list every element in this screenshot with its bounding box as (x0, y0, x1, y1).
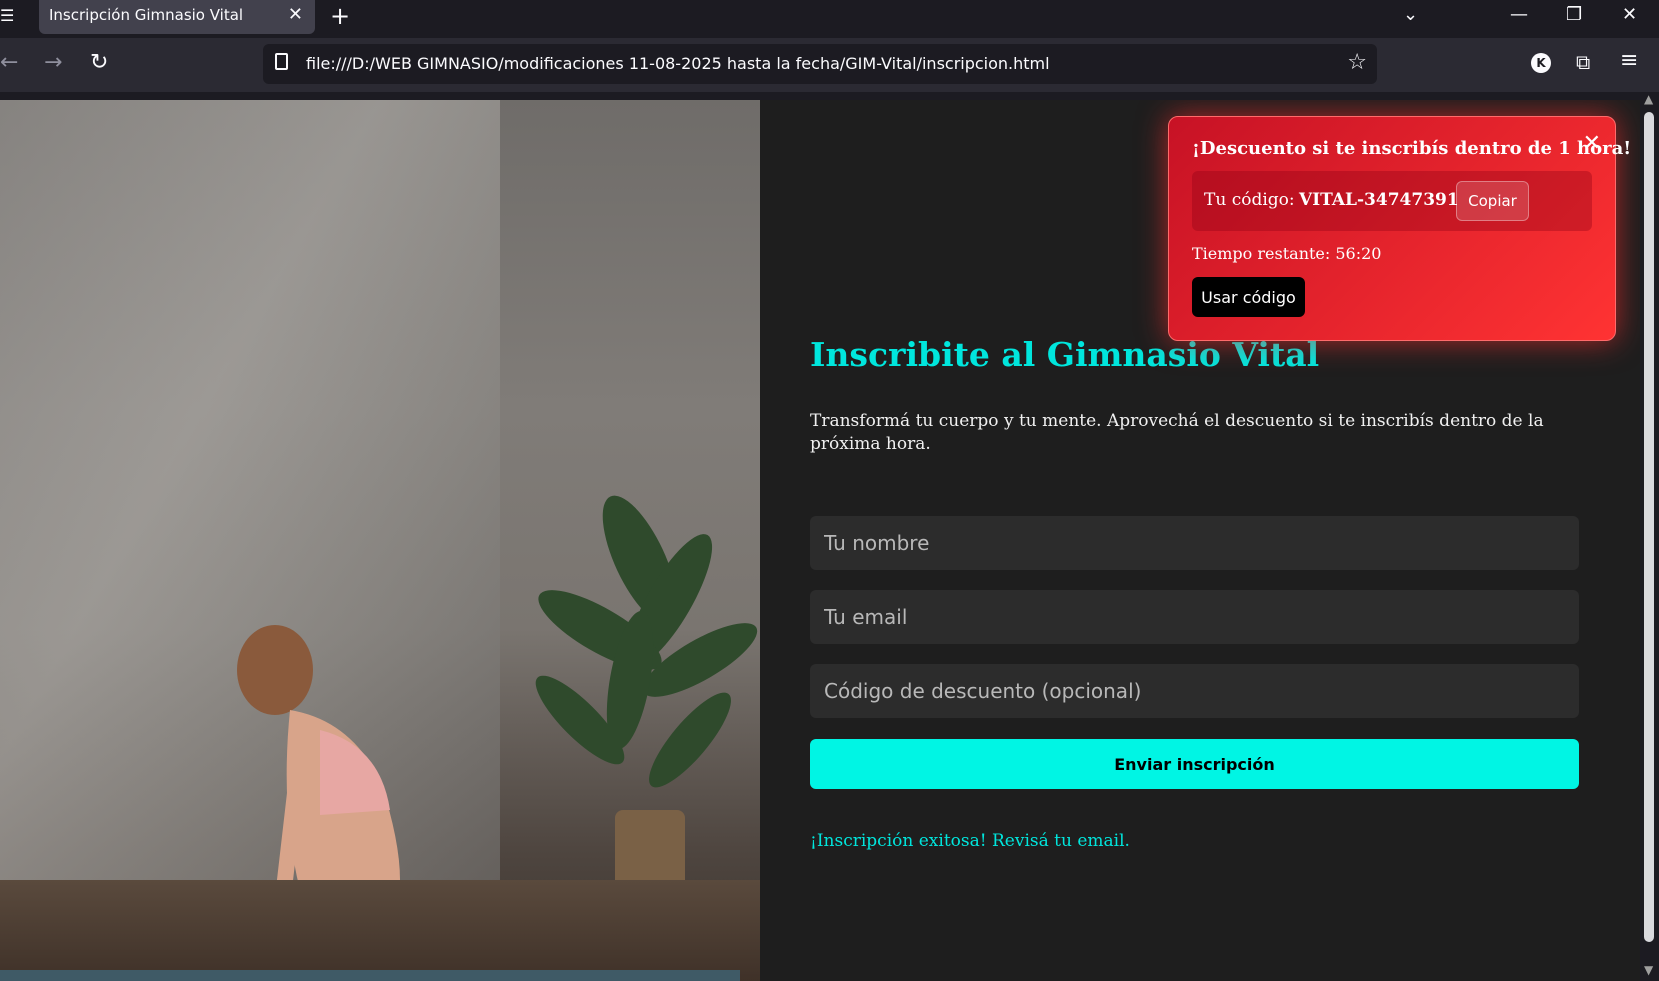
success-message: ¡Inscripción exitosa! Revisá tu email. (810, 831, 1130, 851)
extensions-icon[interactable]: ⧉ (1576, 50, 1590, 74)
new-tab-icon[interactable]: + (330, 2, 350, 30)
restore-icon[interactable]: ❐ (1566, 4, 1582, 25)
scroll-down-icon[interactable]: ▼ (1644, 963, 1653, 977)
page-document-icon (275, 53, 288, 70)
yoga-mat (0, 970, 740, 981)
use-code-button[interactable]: Usar código (1192, 277, 1305, 317)
email-input[interactable] (810, 590, 1579, 644)
code-label: Tu código: (1204, 190, 1295, 210)
hero-photo (0, 100, 760, 981)
timer-text: Tiempo restante: 56:20 (1192, 244, 1382, 263)
discount-popup: ¡Descuento si te inscribís dentro de 1 h… (1168, 116, 1631, 341)
popup-close-icon[interactable]: ✕ (1583, 131, 1601, 156)
page-scrollbar[interactable]: ▲ ▼ (1640, 92, 1659, 981)
tab-close-icon[interactable]: ✕ (288, 4, 303, 25)
page-content: Inscribite al Gimnasio Vital Transformá … (0, 100, 1640, 981)
tab-list-chevron-icon[interactable]: ⌄ (1403, 4, 1418, 25)
url-text[interactable]: file:///D:/WEB GIMNASIO/modificaciones 1… (306, 54, 1050, 73)
code-box: Tu código: VITAL-34747391 Copiar (1192, 171, 1592, 231)
scroll-thumb[interactable] (1644, 112, 1654, 942)
discount-code-input[interactable] (810, 664, 1579, 718)
tab-title: Inscripción Gimnasio Vital (49, 6, 244, 24)
forward-arrow-icon[interactable]: → (44, 50, 62, 75)
photo-floor (0, 880, 760, 981)
popup-title: ¡Descuento si te inscribís dentro de 1 h… (1192, 138, 1632, 159)
scroll-up-icon[interactable]: ▲ (1644, 92, 1653, 106)
copy-button[interactable]: Copiar (1456, 181, 1529, 221)
page-subtitle: Transformá tu cuerpo y tu mente. Aprovec… (810, 411, 1544, 454)
account-avatar[interactable]: K (1531, 53, 1551, 73)
bookmark-star-icon[interactable]: ☆ (1347, 50, 1367, 75)
url-bar[interactable]: file:///D:/WEB GIMNASIO/modificaciones 1… (263, 44, 1377, 84)
minimize-icon[interactable]: — (1510, 4, 1528, 25)
browser-tab[interactable]: Inscripción Gimnasio Vital ✕ (39, 0, 315, 34)
browser-nav-bar: ← → ↻ file:///D:/WEB GIMNASIO/modificaci… (0, 38, 1659, 92)
app-menu-icon[interactable]: ≡ (1620, 48, 1638, 73)
reload-icon[interactable]: ↻ (90, 50, 108, 75)
name-input[interactable] (810, 516, 1579, 570)
browser-tab-bar: ☰ Inscripción Gimnasio Vital ✕ + ⌄ — ❐ ✕ (0, 0, 1659, 38)
close-window-icon[interactable]: ✕ (1622, 4, 1637, 25)
code-value: VITAL-34747391 (1299, 190, 1459, 210)
back-arrow-icon[interactable]: ← (0, 50, 18, 75)
window-menu-icon[interactable]: ☰ (0, 6, 14, 25)
submit-button[interactable]: Enviar inscripción (810, 739, 1579, 789)
